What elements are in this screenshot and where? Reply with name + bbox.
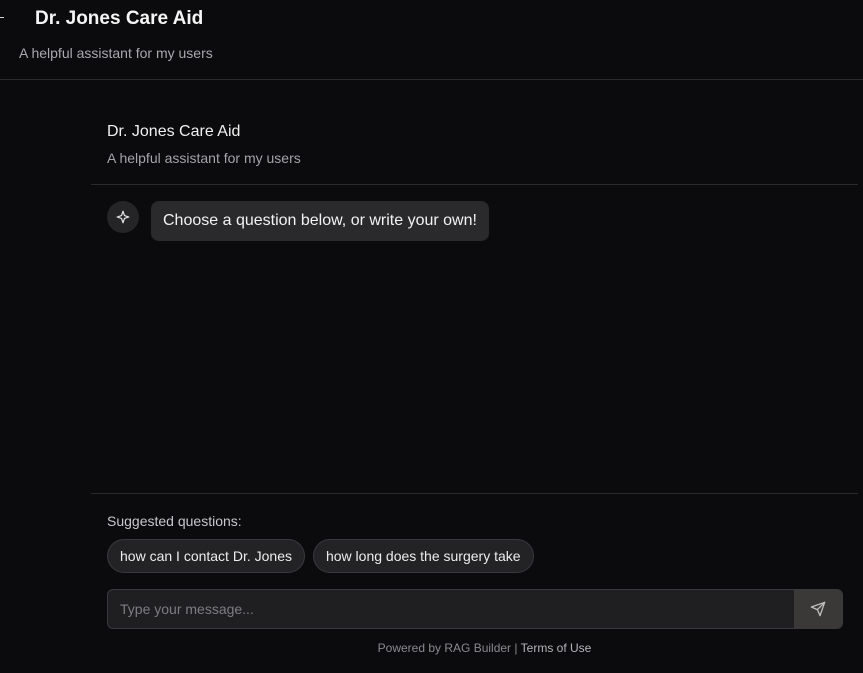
message-composer xyxy=(107,589,843,629)
app-subtitle: A helpful assistant for my users xyxy=(19,45,213,61)
message-list: Choose a question below, or write your o… xyxy=(91,185,858,494)
suggestion-chip[interactable]: how can I contact Dr. Jones xyxy=(107,539,305,573)
chat-header: Dr. Jones Care Aid A helpful assistant f… xyxy=(91,80,858,185)
chat-title: Dr. Jones Care Aid xyxy=(107,123,241,140)
message-input[interactable] xyxy=(108,590,795,628)
powered-by-text: Powered by RAG Builder xyxy=(377,641,512,655)
sparkle-icon xyxy=(107,201,139,233)
app-header: Dr. Jones Care Aid A helpful assistant f… xyxy=(0,0,863,80)
send-button[interactable] xyxy=(794,590,842,628)
footer: Powered by RAG Builder | Terms of Use xyxy=(91,641,863,655)
menu-toggle-icon[interactable] xyxy=(0,17,4,18)
page: Dr. Jones Care Aid A helpful assistant f… xyxy=(0,0,863,673)
terms-link[interactable]: Terms of Use xyxy=(521,641,592,655)
suggested-questions: how can I contact Dr. Jones how long doe… xyxy=(107,539,534,573)
chat-subtitle: A helpful assistant for my users xyxy=(107,150,301,166)
app-title: Dr. Jones Care Aid xyxy=(35,8,204,29)
footer-separator: | xyxy=(514,641,518,655)
suggestion-chip[interactable]: how long does the surgery take xyxy=(312,539,534,573)
send-icon xyxy=(810,601,826,617)
chat-panel: Dr. Jones Care Aid A helpful assistant f… xyxy=(91,80,863,673)
assistant-message: Choose a question below, or write your o… xyxy=(151,201,489,241)
suggested-questions-label: Suggested questions: xyxy=(107,513,242,529)
